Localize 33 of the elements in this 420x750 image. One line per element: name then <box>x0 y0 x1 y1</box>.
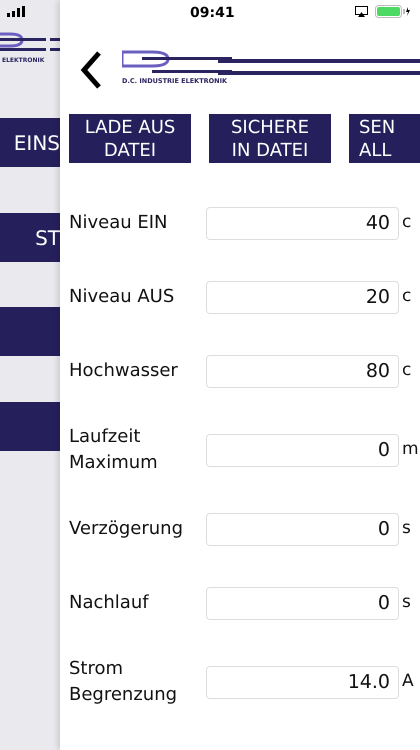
field-label: Niveau AUS <box>69 285 176 309</box>
input-field[interactable]: 0 <box>206 586 399 620</box>
input-field[interactable]: 40 <box>206 206 399 240</box>
battery-icon <box>375 5 411 18</box>
unit-label: A <box>402 670 414 694</box>
input-field[interactable]: 14.0 <box>206 666 399 698</box>
status-time: 09:41 <box>190 4 235 23</box>
action-button[interactable]: SICHERE IN DATEI <box>209 114 331 163</box>
signal-icon <box>7 6 25 17</box>
field-label: Niveau EIN <box>69 211 168 235</box>
unit-label: s <box>402 517 411 540</box>
input-field[interactable]: 20 <box>206 280 399 314</box>
field-label: Strom Begrenzung <box>69 657 178 707</box>
unit-label: c <box>402 285 412 308</box>
field-label: Hochwasser <box>69 359 179 383</box>
action-button[interactable]: LADE AUS DATEI <box>69 114 191 163</box>
field-label: Laufzeit Maximum <box>69 425 159 475</box>
menu-button[interactable]: EINS <box>0 118 60 167</box>
unit-label: m <box>402 438 419 462</box>
back-icon[interactable] <box>79 50 103 90</box>
menu-button[interactable] <box>0 402 60 451</box>
input-field[interactable]: 0 <box>206 512 399 546</box>
input-field[interactable]: 0 <box>206 434 399 466</box>
airplay-icon <box>355 6 368 17</box>
menu-button[interactable]: ST <box>0 213 60 262</box>
field-label: Verzögerung <box>69 517 184 541</box>
menu-button[interactable] <box>0 307 60 356</box>
field-label: Nachlauf <box>69 591 150 615</box>
input-field[interactable]: 80 <box>206 354 399 388</box>
unit-label: c <box>402 359 412 382</box>
action-button[interactable]: SEN ALL <box>349 114 420 163</box>
unit-label: c <box>402 211 412 234</box>
unit-label: s <box>402 591 411 614</box>
